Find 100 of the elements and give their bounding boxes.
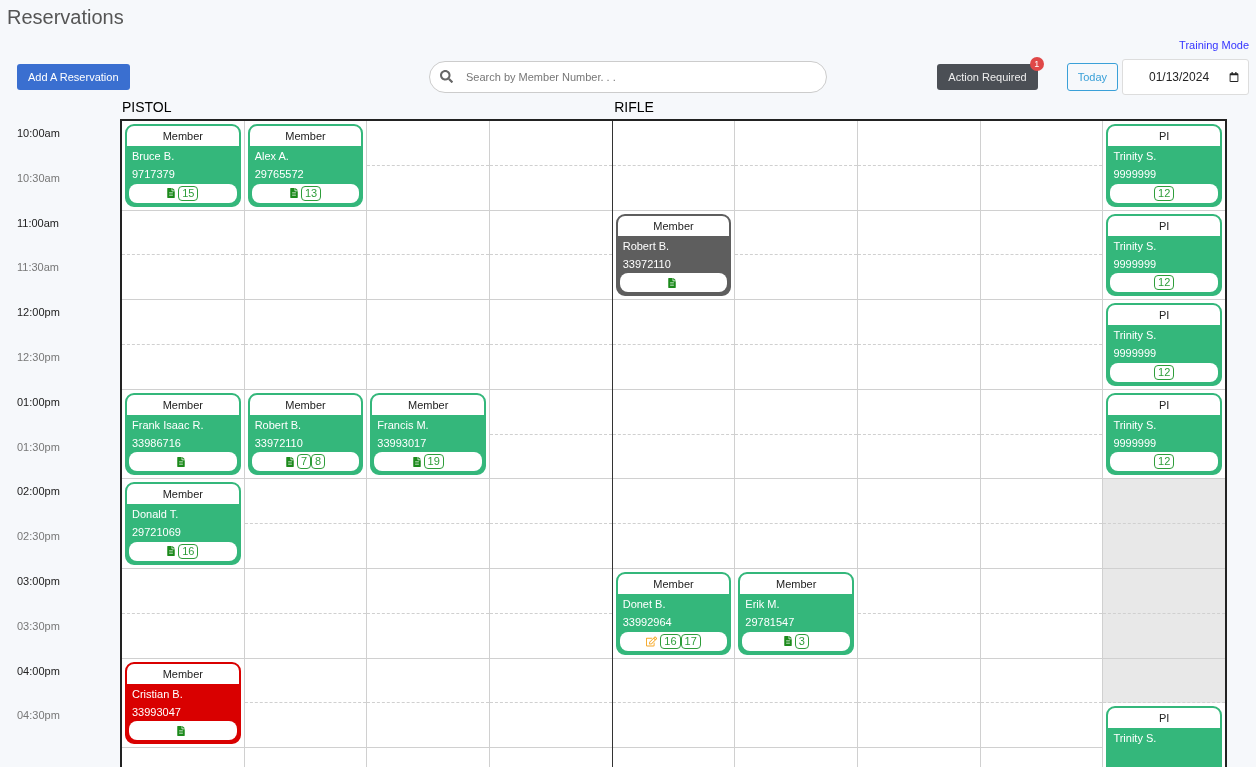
card-role: PI bbox=[1108, 305, 1221, 326]
document-icon bbox=[783, 636, 792, 647]
time-label: 10:00am bbox=[17, 127, 60, 139]
reservation-card[interactable]: PI Trinity S. 9999999 12 bbox=[1106, 303, 1223, 386]
count-badge: 16 bbox=[178, 543, 199, 559]
member-name: Trinity S. bbox=[1113, 149, 1158, 164]
document-icon bbox=[285, 456, 294, 467]
time-label: 04:00pm bbox=[17, 664, 60, 677]
member-name: Trinity S. bbox=[1113, 417, 1158, 433]
time-label: 04:30pm bbox=[17, 709, 60, 722]
count-badge: 15 bbox=[178, 185, 199, 201]
document-icon bbox=[177, 725, 186, 736]
document-icon bbox=[167, 546, 176, 557]
document-icon bbox=[289, 188, 298, 199]
member-number: 9999999 bbox=[1113, 167, 1158, 182]
count-badge: 12 bbox=[1154, 364, 1175, 380]
notification-badge: 1 bbox=[1029, 56, 1044, 71]
time-label: 03:30pm bbox=[17, 619, 60, 632]
time-label: 11:30am bbox=[17, 261, 59, 274]
card-role: Member bbox=[127, 394, 239, 415]
time-label: 02:30pm bbox=[17, 530, 60, 543]
member-name: Robert B. bbox=[622, 238, 671, 254]
reservation-card[interactable]: Member Robert B. 33972110 bbox=[615, 213, 732, 297]
time-label: 12:30pm bbox=[17, 351, 60, 363]
member-name: Trinity S. bbox=[1113, 328, 1158, 344]
reservation-card[interactable]: PI Trinity S. bbox=[1106, 706, 1223, 767]
reservation-card[interactable]: Member Francis M. 33993017 19 bbox=[370, 392, 486, 476]
reservation-card[interactable]: PI Trinity S. 9999999 12 bbox=[1106, 213, 1223, 297]
card-role: Member bbox=[740, 573, 853, 594]
member-name: Donald T. bbox=[132, 507, 180, 523]
member-name: Cristian B. bbox=[132, 686, 184, 702]
count-badge: 12 bbox=[1154, 454, 1175, 470]
member-number: 9999999 bbox=[1113, 346, 1158, 362]
document-icon bbox=[412, 456, 421, 467]
time-label: 03:00pm bbox=[17, 574, 60, 587]
reservation-card[interactable]: Member Donald T. 29721069 16 bbox=[125, 482, 241, 565]
card-role: PI bbox=[1108, 215, 1221, 236]
member-name: Trinity S. bbox=[1113, 238, 1158, 254]
reservation-card[interactable]: Member Donet B. 33992964 16 17 bbox=[615, 571, 732, 655]
card-role: Member bbox=[127, 126, 239, 146]
reservation-card[interactable]: Member Robert B. 33972110 7 8 bbox=[247, 392, 364, 476]
member-number: 33993017 bbox=[377, 435, 428, 451]
card-role: Member bbox=[617, 573, 730, 594]
edit-icon bbox=[646, 635, 658, 647]
reservation-card[interactable]: Member Frank Isaac R. 33986716 bbox=[125, 392, 241, 476]
member-number: 9999999 bbox=[1113, 435, 1158, 451]
member-name: Erik M. bbox=[745, 596, 781, 612]
time-label: 01:30pm bbox=[17, 440, 60, 453]
member-name: Bruce B. bbox=[132, 149, 176, 164]
member-number: 33993047 bbox=[132, 704, 182, 720]
reservation-card[interactable]: Member Alex A. 29765572 13 bbox=[247, 124, 364, 207]
member-number: 9717379 bbox=[132, 167, 176, 182]
card-role: Member bbox=[249, 126, 362, 146]
member-name: Frank Isaac R. bbox=[132, 417, 205, 433]
member-name: Alex A. bbox=[254, 149, 290, 164]
reservation-card[interactable]: Member Erik M. 29781547 3 bbox=[738, 571, 855, 655]
date-field[interactable]: 01/13/2024 bbox=[1122, 59, 1249, 95]
count-badge: 7 bbox=[296, 454, 311, 470]
member-name: Trinity S. bbox=[1113, 731, 1158, 747]
count-badge: 16 bbox=[660, 633, 681, 649]
document-icon bbox=[177, 456, 186, 467]
card-role: PI bbox=[1108, 394, 1221, 415]
count-badge: 12 bbox=[1154, 185, 1175, 201]
member-name: Francis M. bbox=[377, 417, 430, 433]
card-role: PI bbox=[1108, 126, 1221, 146]
time-label: 12:00pm bbox=[17, 306, 60, 319]
time-label: 10:30am bbox=[17, 171, 60, 184]
card-role: Member bbox=[372, 394, 484, 415]
time-label: 01:00pm bbox=[17, 395, 60, 408]
add-reservation-button[interactable]: Add A Reservation bbox=[17, 64, 130, 91]
member-number: 9999999 bbox=[1113, 256, 1158, 272]
training-mode-link[interactable]: Training Mode bbox=[1179, 36, 1249, 54]
member-name: Donet B. bbox=[622, 596, 667, 612]
member-number: 29721069 bbox=[132, 525, 182, 541]
member-number: 33972110 bbox=[254, 435, 304, 451]
count-badge: 3 bbox=[794, 633, 809, 649]
calendar-icon bbox=[1229, 72, 1239, 82]
card-role: Member bbox=[249, 394, 362, 415]
group-heading: RIFLE bbox=[614, 99, 654, 115]
count-badge: 19 bbox=[423, 454, 444, 470]
card-role: PI bbox=[1108, 708, 1221, 729]
document-icon bbox=[668, 277, 676, 288]
count-badge: 8 bbox=[311, 454, 326, 470]
time-label: 02:00pm bbox=[17, 485, 60, 498]
card-role: Member bbox=[127, 484, 239, 505]
card-role: Member bbox=[127, 663, 239, 684]
page-title: Reservations bbox=[7, 5, 125, 30]
document-icon bbox=[167, 188, 176, 199]
reservation-card[interactable]: PI Trinity S. 9999999 12 bbox=[1106, 124, 1223, 207]
count-badge: 12 bbox=[1154, 275, 1175, 291]
member-number: 29781547 bbox=[745, 614, 796, 630]
search-icon bbox=[440, 70, 453, 83]
reservation-card[interactable]: PI Trinity S. 9999999 12 bbox=[1106, 392, 1223, 476]
member-number: 33986716 bbox=[132, 435, 182, 451]
reservation-card[interactable]: Member Bruce B. 9717379 15 bbox=[125, 124, 241, 207]
member-name: Robert B. bbox=[254, 417, 303, 433]
group-heading: PISTOL bbox=[122, 99, 172, 115]
search-field[interactable]: Search by Member Number. . . bbox=[429, 61, 827, 93]
count-badge: 17 bbox=[680, 633, 701, 649]
reservation-card[interactable]: Member Cristian B. 33993047 bbox=[125, 661, 241, 745]
